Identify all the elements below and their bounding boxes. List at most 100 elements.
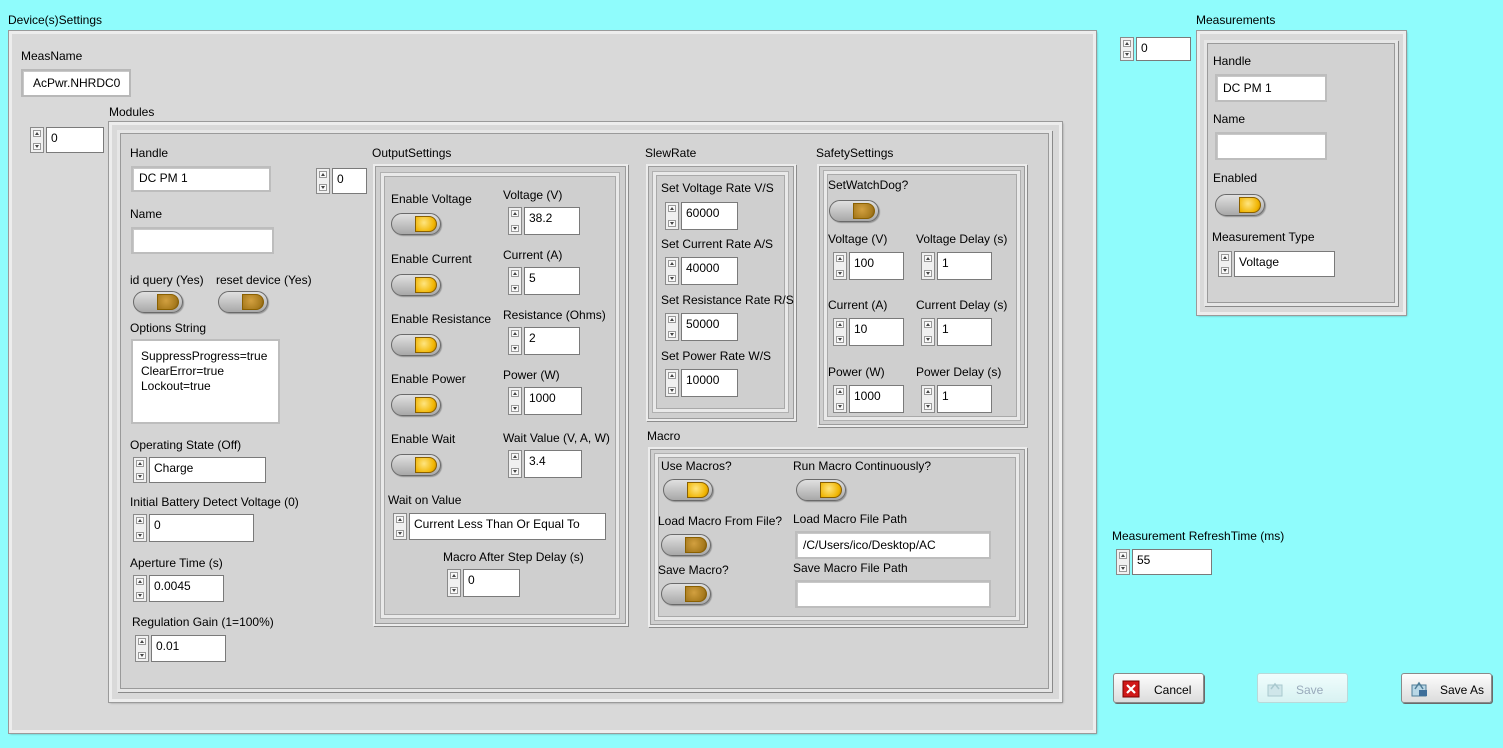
safety-voltage-value[interactable]: 100	[849, 252, 904, 280]
id-query-toggle[interactable]	[133, 291, 183, 313]
current-control[interactable]: 5	[508, 267, 580, 295]
safety-voltage-control[interactable]: 100	[833, 252, 904, 280]
load-from-file-toggle[interactable]	[661, 534, 711, 556]
meas-name-field[interactable]	[1215, 132, 1327, 160]
numeric-spinner[interactable]	[833, 385, 847, 413]
safety-current-control[interactable]: 10	[833, 318, 904, 346]
numeric-spinner[interactable]	[921, 318, 935, 346]
numeric-spinner[interactable]	[665, 313, 679, 341]
measurements-index-control[interactable]: 0	[1120, 37, 1191, 61]
meas-type-ring[interactable]: Voltage	[1218, 251, 1335, 277]
save-as-button[interactable]: Save As	[1401, 673, 1492, 703]
macro-after-value[interactable]: 0	[463, 569, 520, 597]
initial-battery-control[interactable]: 0	[133, 514, 254, 542]
resistance-control[interactable]: 2	[508, 327, 580, 355]
safety-power-value[interactable]: 1000	[849, 385, 904, 413]
wait-value-value[interactable]: 3.4	[524, 450, 582, 478]
enable-wait-toggle[interactable]	[391, 454, 441, 476]
output-index-control[interactable]: 0	[316, 168, 367, 194]
power-delay-value[interactable]: 1	[937, 385, 992, 413]
current-delay-value[interactable]: 1	[937, 318, 992, 346]
reset-device-toggle[interactable]	[218, 291, 268, 313]
numeric-spinner[interactable]	[833, 318, 847, 346]
numeric-spinner[interactable]	[508, 387, 522, 415]
run-continuously-toggle[interactable]	[796, 479, 846, 501]
load-path-field[interactable]: /C/Users/ico/Desktop/AC	[795, 531, 991, 559]
operating-state-value[interactable]: Charge	[149, 457, 266, 483]
current-rate-control[interactable]: 40000	[665, 257, 738, 285]
numeric-spinner[interactable]	[508, 327, 522, 355]
initial-battery-value[interactable]: 0	[149, 514, 254, 542]
resistance-rate-control[interactable]: 50000	[665, 313, 738, 341]
voltage-rate-value[interactable]: 60000	[681, 202, 738, 230]
safety-power-control[interactable]: 1000	[833, 385, 904, 413]
wait-on-value-ring[interactable]: Current Less Than Or Equal To	[393, 513, 606, 540]
voltage-rate-control[interactable]: 60000	[665, 202, 738, 230]
numeric-spinner[interactable]	[665, 202, 679, 230]
numeric-spinner[interactable]	[135, 635, 149, 662]
numeric-spinner[interactable]	[508, 207, 522, 235]
power-delay-control[interactable]: 1	[921, 385, 992, 413]
regulation-control[interactable]: 0.01	[135, 635, 226, 662]
meas-type-value[interactable]: Voltage	[1234, 251, 1335, 277]
aperture-control[interactable]: 0.0045	[133, 575, 224, 602]
ring-spinner[interactable]	[1218, 251, 1232, 277]
macro-after-control[interactable]: 0	[447, 569, 520, 597]
regulation-value[interactable]: 0.01	[151, 635, 226, 662]
power-control[interactable]: 1000	[508, 387, 582, 415]
save-macro-toggle[interactable]	[661, 583, 711, 605]
save-button[interactable]: Save	[1257, 673, 1348, 703]
numeric-spinner[interactable]	[1116, 549, 1130, 575]
enable-power-toggle[interactable]	[391, 394, 441, 416]
numeric-spinner[interactable]	[447, 569, 461, 597]
index-spinner[interactable]	[30, 127, 44, 153]
numeric-spinner[interactable]	[921, 252, 935, 280]
modules-index-control[interactable]: 0	[30, 127, 104, 153]
power-rate-control[interactable]: 10000	[665, 369, 738, 397]
save-path-field[interactable]	[795, 580, 991, 608]
cancel-button[interactable]: Cancel	[1113, 673, 1204, 703]
output-index-value[interactable]: 0	[332, 168, 367, 194]
numeric-spinner[interactable]	[921, 385, 935, 413]
ring-spinner[interactable]	[133, 457, 147, 483]
wait-on-value-value[interactable]: Current Less Than Or Equal To	[409, 513, 606, 540]
meas-enabled-toggle[interactable]	[1215, 194, 1265, 216]
refresh-time-control[interactable]: 55	[1116, 549, 1212, 575]
numeric-spinner[interactable]	[133, 514, 147, 542]
module-name-field[interactable]	[131, 227, 274, 254]
power-rate-value[interactable]: 10000	[681, 369, 738, 397]
current-value[interactable]: 5	[524, 267, 580, 295]
numeric-spinner[interactable]	[508, 450, 522, 478]
options-string-textarea[interactable]: SuppressProgress=true ClearError=true Lock…	[131, 339, 280, 424]
enable-voltage-toggle[interactable]	[391, 213, 441, 235]
numeric-spinner[interactable]	[665, 369, 679, 397]
watchdog-toggle[interactable]	[829, 200, 879, 222]
voltage-delay-control[interactable]: 1	[921, 252, 992, 280]
module-handle-field[interactable]: DC PM 1	[131, 166, 271, 192]
voltage-value[interactable]: 38.2	[524, 207, 580, 235]
numeric-spinner[interactable]	[665, 257, 679, 285]
meas-handle-field[interactable]: DC PM 1	[1215, 74, 1327, 102]
aperture-value[interactable]: 0.0045	[149, 575, 224, 602]
resistance-rate-value[interactable]: 50000	[681, 313, 738, 341]
wait-value-control[interactable]: 3.4	[508, 450, 582, 478]
safety-current-value[interactable]: 10	[849, 318, 904, 346]
voltage-delay-value[interactable]: 1	[937, 252, 992, 280]
voltage-control[interactable]: 38.2	[508, 207, 580, 235]
current-rate-value[interactable]: 40000	[681, 257, 738, 285]
refresh-time-value[interactable]: 55	[1132, 549, 1212, 575]
index-spinner[interactable]	[1120, 37, 1134, 61]
use-macros-toggle[interactable]	[663, 479, 713, 501]
enable-resistance-toggle[interactable]	[391, 334, 441, 356]
meas-name-field[interactable]: AcPwr.NHRDC0	[21, 69, 131, 97]
resistance-value[interactable]: 2	[524, 327, 580, 355]
measurements-index-value[interactable]: 0	[1136, 37, 1191, 61]
numeric-spinner[interactable]	[133, 575, 147, 602]
enable-current-toggle[interactable]	[391, 274, 441, 296]
numeric-spinner[interactable]	[833, 252, 847, 280]
numeric-spinner[interactable]	[508, 267, 522, 295]
power-value[interactable]: 1000	[524, 387, 582, 415]
index-spinner[interactable]	[316, 168, 330, 194]
current-delay-control[interactable]: 1	[921, 318, 992, 346]
ring-spinner[interactable]	[393, 513, 407, 540]
